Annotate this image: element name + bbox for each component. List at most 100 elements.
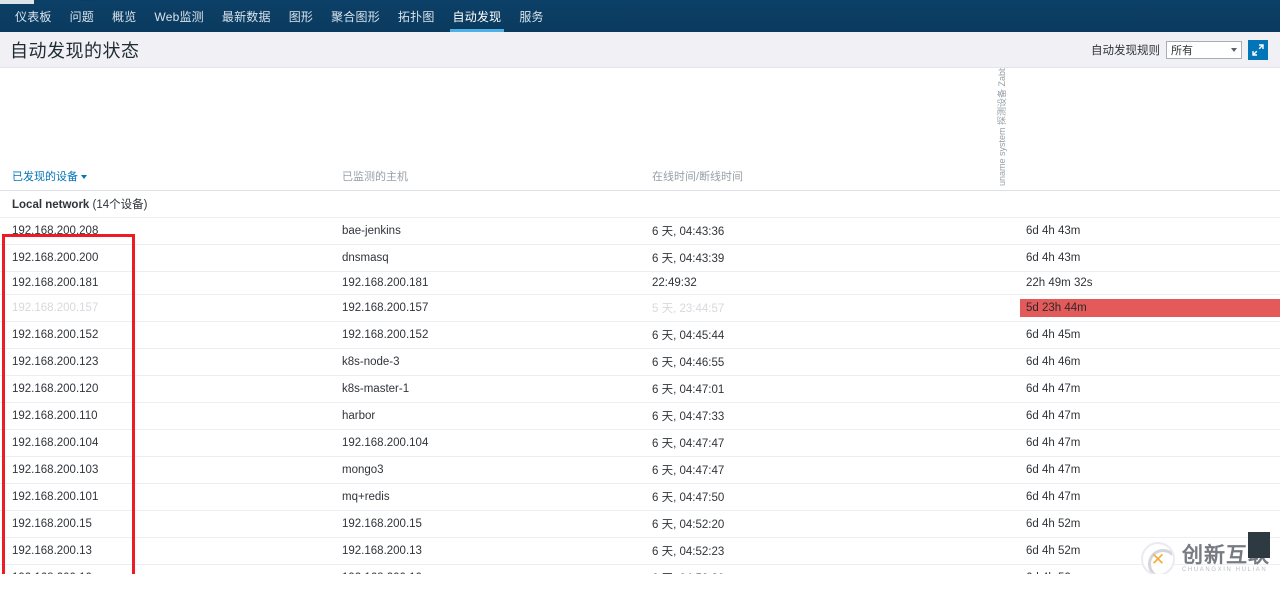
nav-item-latest-data[interactable]: 最新数据: [213, 0, 280, 32]
cell-monitored-host: k8s-node-3: [330, 348, 640, 376]
nav-item-graphs[interactable]: 图形: [280, 0, 322, 32]
cell-service-status: 22h 49m 32s: [1014, 271, 1280, 295]
cell-service-status: 6d 4h 46m: [1014, 348, 1280, 376]
watermark-x-glyph: ✕: [1150, 549, 1166, 569]
table-row[interactable]: 192.168.200.101 mq+redis 6 天, 04:47:50 6…: [0, 483, 1280, 511]
cell-uptime: 6 天, 04:46:55: [640, 348, 1000, 376]
table-row[interactable]: 192.168.200.200 dnsmasq 6 天, 04:43:39 6d…: [0, 244, 1280, 272]
discovery-table-body: Local network (14个设备) 192.168.200.208 ba…: [0, 190, 1280, 574]
cell-service-status: 6d 4h 47m: [1014, 375, 1280, 403]
table-row[interactable]: 192.168.200.152 192.168.200.152 6 天, 04:…: [0, 321, 1280, 349]
cell-spacer: [1000, 537, 1014, 565]
discovery-rule-select[interactable]: 所有: [1166, 40, 1242, 59]
cell-monitored-host: mq+redis: [330, 483, 640, 511]
cell-monitored-host: 192.168.200.104: [330, 429, 640, 457]
watermark-mark-icon: ✕: [1141, 542, 1175, 574]
table-row[interactable]: 192.168.200.120 k8s-master-1 6 天, 04:47:…: [0, 375, 1280, 403]
table-row[interactable]: 192.168.200.10 192.168.200.10 6 天, 04:52…: [0, 564, 1280, 574]
chevron-down-icon: [1231, 47, 1237, 52]
column-header-device-text: 已发现的设备: [12, 170, 78, 183]
nav-item-label: 拓扑图: [397, 9, 435, 24]
nav-item-web-monitoring[interactable]: Web监测: [145, 0, 212, 32]
table-row[interactable]: 192.168.200.208 bae-jenkins 6 天, 04:43:3…: [0, 217, 1280, 245]
discovery-group-empty-uptime: [640, 190, 1000, 218]
column-header-service-check: uname system 探测设备 Zabbix 2: [997, 68, 1014, 191]
cell-service-status: 6d 4h 43m: [1014, 244, 1280, 272]
column-header-device[interactable]: 已发现的设备: [0, 68, 330, 191]
cell-service-status: 6d 4h 47m: [1014, 429, 1280, 457]
cell-device: 192.168.200.200: [0, 244, 330, 272]
table-row[interactable]: 192.168.200.181 192.168.200.181 22:49:32…: [0, 271, 1280, 295]
cell-uptime: 6 天, 04:52:23: [640, 537, 1000, 565]
cell-monitored-host: 192.168.200.10: [330, 564, 640, 574]
nav-item-label: 自动发现: [452, 9, 502, 24]
sort-descending-icon: [81, 174, 87, 179]
table-row[interactable]: 192.168.200.104 192.168.200.104 6 天, 04:…: [0, 429, 1280, 457]
discovery-table: 已发现的设备 已监测的主机 在线时间/断线时间 uname system 探测设…: [0, 68, 1280, 574]
nav-item-dashboard[interactable]: 仪表板: [6, 0, 61, 32]
cell-monitored-host: 192.168.200.13: [330, 537, 640, 565]
status-badge: 5d 23h 44m: [1020, 298, 1280, 317]
nav-item-label: 问题: [69, 9, 95, 24]
cell-monitored-host: 192.168.200.181: [330, 271, 640, 295]
nav-item-overview[interactable]: 概览: [103, 0, 145, 32]
cell-service-status: 6d 4h 43m: [1014, 217, 1280, 245]
table-header-row: 已发现的设备 已监测的主机 在线时间/断线时间 uname system 探测设…: [0, 68, 1280, 191]
discovery-group-count: (14个设备): [92, 198, 148, 211]
watermark-logo: ✕ 创新互联 CHUANGXIN HULIAN: [1141, 532, 1270, 574]
cell-device: 192.168.200.13: [0, 537, 330, 565]
cell-monitored-host: 192.168.200.152: [330, 321, 640, 349]
nav-item-services[interactable]: 服务: [510, 0, 552, 32]
cell-service-status: 6d 4h 45m: [1014, 321, 1280, 349]
cell-uptime: 6 天, 04:43:39: [640, 244, 1000, 272]
column-header-uptime-label: 在线时间/断线时间: [652, 170, 744, 183]
table-row[interactable]: 192.168.200.13 192.168.200.13 6 天, 04:52…: [0, 537, 1280, 565]
discovery-group-empty-host: [330, 190, 640, 218]
cell-monitored-host: bae-jenkins: [330, 217, 640, 245]
table-row[interactable]: 192.168.200.157 192.168.200.157 5 天, 23:…: [0, 294, 1280, 322]
cell-monitored-host: 192.168.200.15: [330, 510, 640, 538]
page-title: 自动发现的状态: [10, 40, 140, 61]
nav-item-screens[interactable]: 聚合图形: [322, 0, 389, 32]
nav-item-maps[interactable]: 拓扑图: [389, 0, 444, 32]
cell-monitored-host: dnsmasq: [330, 244, 640, 272]
nav-item-discovery[interactable]: 自动发现: [444, 0, 511, 32]
cell-uptime: 6 天, 04:47:47: [640, 456, 1000, 484]
cell-service-status: 5d 23h 44m: [1014, 294, 1280, 322]
table-row[interactable]: 192.168.200.103 mongo3 6 天, 04:47:47 6d …: [0, 456, 1280, 484]
watermark-english-text: CHUANGXIN HULIAN: [1182, 566, 1268, 573]
table-row[interactable]: 192.168.200.110 harbor 6 天, 04:47:33 6d …: [0, 402, 1280, 430]
cell-uptime: 6 天, 04:43:36: [640, 217, 1000, 245]
discovery-table-head: 已发现的设备 已监测的主机 在线时间/断线时间 uname system 探测设…: [0, 68, 1280, 191]
header-controls: 自动发现规则 所有: [1091, 39, 1268, 60]
table-row[interactable]: 192.168.200.123 k8s-node-3 6 天, 04:46:55…: [0, 348, 1280, 376]
nav-item-label: 最新数据: [221, 9, 271, 24]
cell-spacer: [1000, 510, 1014, 538]
cell-uptime: 6 天, 04:45:44: [640, 321, 1000, 349]
column-header-device-label[interactable]: 已发现的设备: [0, 168, 330, 184]
fullscreen-toggle-button[interactable]: [1248, 39, 1268, 60]
cell-service-status: 6d 4h 47m: [1014, 402, 1280, 430]
expand-fullscreen-icon: [1252, 43, 1264, 56]
cell-spacer: [1000, 483, 1014, 511]
column-header-service-check-label: uname system 探测设备 Zabbix 2: [997, 68, 1007, 186]
discovery-group-empty-spacer: [1000, 190, 1014, 218]
cell-uptime: 6 天, 04:52:30: [640, 564, 1000, 574]
cell-spacer: [1000, 294, 1014, 322]
nav-item-problems[interactable]: 问题: [61, 0, 103, 32]
discovery-rule-filter-label: 自动发现规则: [1091, 44, 1160, 57]
cell-device: 192.168.200.120: [0, 375, 330, 403]
cell-device: 192.168.200.101: [0, 483, 330, 511]
nav-item-label: 概览: [112, 9, 137, 24]
nav-item-label: 图形: [288, 9, 314, 24]
main-navigation-bar: 仪表板 问题 概览 Web监测 最新数据 图形 聚合图形 拓扑图 自动发现 服务: [0, 0, 1280, 32]
cell-device: 192.168.200.157: [0, 294, 330, 322]
cell-spacer: [1000, 348, 1014, 376]
cell-spacer: [1000, 375, 1014, 403]
table-row[interactable]: 192.168.200.15 192.168.200.15 6 天, 04:52…: [0, 510, 1280, 538]
cell-service-status: 6d 4h 52m: [1014, 510, 1280, 538]
cell-spacer: [1000, 321, 1014, 349]
discovery-group-row: Local network (14个设备): [0, 190, 1280, 218]
cell-spacer: [1000, 217, 1014, 245]
cell-uptime: 6 天, 04:47:33: [640, 402, 1000, 430]
